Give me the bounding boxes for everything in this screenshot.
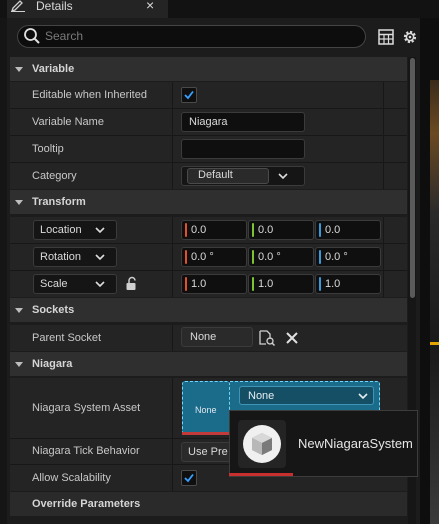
row-separator: [10, 135, 407, 136]
tooltip-field[interactable]: [181, 139, 305, 159]
scale-mode-dropdown[interactable]: Scale: [33, 274, 117, 294]
scrollbar-thumb[interactable]: [410, 58, 415, 298]
table-view-icon[interactable]: [376, 27, 396, 47]
location-y-value: 0.0: [258, 224, 274, 236]
rotation-z-field[interactable]: 0.0 °: [315, 247, 381, 267]
tick-behavior-value: Use Pre: [188, 446, 228, 458]
axis-y-indicator: [252, 250, 254, 264]
category-dropdown[interactable]: Default: [181, 166, 305, 186]
unlocked-padlock-icon[interactable]: [125, 276, 139, 295]
rotation-label: Rotation: [40, 251, 81, 263]
column-divider: [172, 378, 173, 491]
gear-icon[interactable]: [400, 27, 420, 47]
asset-thumbnail-type-bar: [182, 432, 230, 435]
location-x-field[interactable]: 0.0: [181, 220, 247, 240]
scale-y-field[interactable]: 1.0: [248, 274, 314, 294]
column-divider: [172, 217, 173, 297]
axis-x-indicator: [185, 277, 187, 291]
parent-socket-value: None: [190, 331, 217, 343]
location-x-value: 0.0: [191, 224, 207, 236]
niagara-asset-label: Niagara System Asset: [32, 402, 141, 414]
drag-asset-type-bar: [229, 473, 293, 476]
chevron-down-icon[interactable]: [14, 57, 24, 81]
drag-asset-name: NewNiagaraSystem: [298, 436, 413, 451]
parent-socket-label: Parent Socket: [32, 332, 102, 344]
tab-title: Details: [36, 0, 73, 13]
scale-z-value: 1.0: [325, 278, 341, 290]
scale-label: Scale: [40, 278, 68, 290]
axis-x-indicator: [185, 250, 187, 264]
close-tab-icon[interactable]: ×: [146, 0, 154, 12]
section-title-sockets: Sockets: [32, 304, 75, 316]
details-tab[interactable]: [7, 0, 168, 18]
scale-x-value: 1.0: [191, 278, 207, 290]
parent-socket-field[interactable]: None: [181, 327, 253, 347]
scale-y-value: 1.0: [258, 278, 274, 290]
section-title-niagara: Niagara: [32, 358, 73, 370]
search-icon: [22, 26, 42, 46]
chevron-down-icon: [94, 251, 106, 266]
asset-thumbnail-label: None: [195, 405, 217, 415]
socket-browse-icon[interactable]: [258, 329, 276, 350]
rotation-y-value: 0.0 °: [258, 251, 281, 263]
location-label: Location: [40, 224, 82, 236]
variable-name-value: Niagara: [189, 116, 228, 128]
location-z-value: 0.0: [325, 224, 341, 236]
location-z-field[interactable]: 0.0: [315, 220, 381, 240]
chevron-down-icon[interactable]: [14, 352, 24, 376]
editable-label: Editable when Inherited: [32, 89, 147, 101]
scale-x-field[interactable]: 1.0: [181, 274, 247, 294]
axis-x-indicator: [185, 223, 187, 237]
niagara-system-icon: [243, 425, 281, 463]
tick-behavior-label: Niagara Tick Behavior: [32, 445, 140, 457]
rotation-mode-dropdown[interactable]: Rotation: [33, 247, 117, 267]
axis-z-indicator: [319, 277, 321, 291]
axis-z-indicator: [319, 223, 321, 237]
row-separator: [10, 243, 407, 244]
row-separator: [10, 270, 407, 271]
rotation-x-value: 0.0 °: [191, 251, 214, 263]
pencil-icon: [10, 0, 26, 14]
axis-z-indicator: [319, 250, 321, 264]
chevron-down-icon[interactable]: [14, 298, 24, 322]
row-separator: [10, 162, 407, 163]
category-label: Category: [32, 170, 77, 182]
scale-z-field[interactable]: 1.0: [315, 274, 381, 294]
allow-scalability-checkbox[interactable]: [181, 470, 197, 486]
location-y-field[interactable]: 0.0: [248, 220, 314, 240]
close-icon[interactable]: [285, 331, 299, 348]
editable-checkbox[interactable]: [181, 87, 197, 103]
variable-name-label: Variable Name: [32, 116, 104, 128]
rotation-z-value: 0.0 °: [325, 251, 348, 263]
viewport-preview: [430, 80, 439, 524]
axis-y-indicator: [252, 223, 254, 237]
location-mode-dropdown[interactable]: Location: [33, 220, 117, 240]
section-title-transform: Transform: [32, 196, 86, 208]
niagara-asset-value: None: [248, 390, 275, 402]
viewport-accent-line: [430, 342, 439, 345]
column-divider: [383, 217, 384, 297]
variable-name-field[interactable]: Niagara: [181, 112, 305, 132]
rotation-y-field[interactable]: 0.0 °: [248, 247, 314, 267]
chevron-down-icon: [94, 224, 106, 239]
chevron-down-icon: [357, 390, 369, 405]
chevron-down-icon: [94, 278, 106, 293]
column-divider: [172, 82, 173, 189]
rotation-x-field[interactable]: 0.0 °: [181, 247, 247, 267]
category-value: Default: [198, 169, 233, 181]
axis-y-indicator: [252, 277, 254, 291]
chevron-down-icon[interactable]: [14, 190, 24, 214]
allow-scalability-label: Allow Scalability: [32, 472, 111, 484]
chevron-down-icon: [277, 170, 289, 185]
column-divider: [383, 82, 384, 189]
search-input[interactable]: [45, 28, 355, 44]
section-title-variable: Variable: [32, 63, 75, 75]
section-title-override-parameters: Override Parameters: [32, 498, 141, 510]
column-divider: [172, 325, 173, 351]
tooltip-label: Tooltip: [32, 143, 64, 155]
niagara-asset-dropdown[interactable]: None: [239, 386, 374, 405]
row-separator: [10, 108, 407, 109]
